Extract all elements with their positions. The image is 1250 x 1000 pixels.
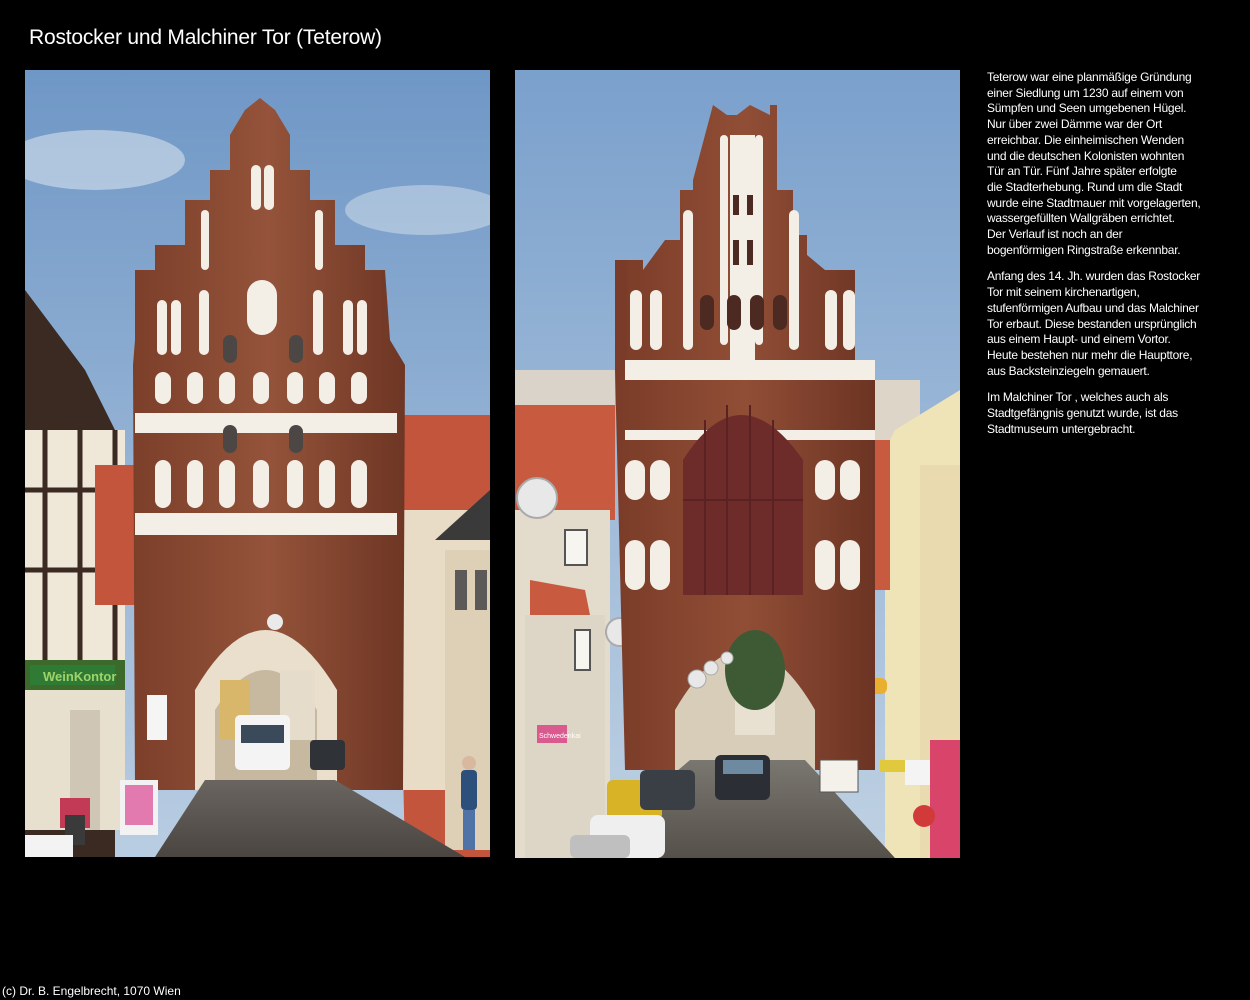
description-paragraph-1: Teterow war eine planmäßige Gründung ein… bbox=[987, 70, 1201, 257]
description: Teterow war eine planmäßige Gründung ein… bbox=[987, 70, 1232, 448]
shop-sign-text: WeinKontor bbox=[43, 669, 116, 684]
rostocker-tor-image: WeinKontor bbox=[25, 70, 490, 857]
page-title: Rostocker und Malchiner Tor (Teterow) bbox=[29, 26, 382, 49]
photo-rostocker-tor: WeinKontor bbox=[25, 70, 490, 857]
photo-malchiner-tor: Schwedenkai bbox=[515, 70, 960, 858]
poster-text: Schwedenkai bbox=[539, 733, 581, 740]
description-paragraph-3: Im Malchiner Tor , welches auch als Stad… bbox=[987, 390, 1178, 436]
description-paragraph-2: Anfang des 14. Jh. wurden das Rostocker … bbox=[987, 269, 1201, 378]
copyright-notice: (c) Dr. B. Engelbrecht, 1070 Wien bbox=[2, 984, 181, 998]
malchiner-tor-image: Schwedenkai bbox=[515, 70, 960, 858]
